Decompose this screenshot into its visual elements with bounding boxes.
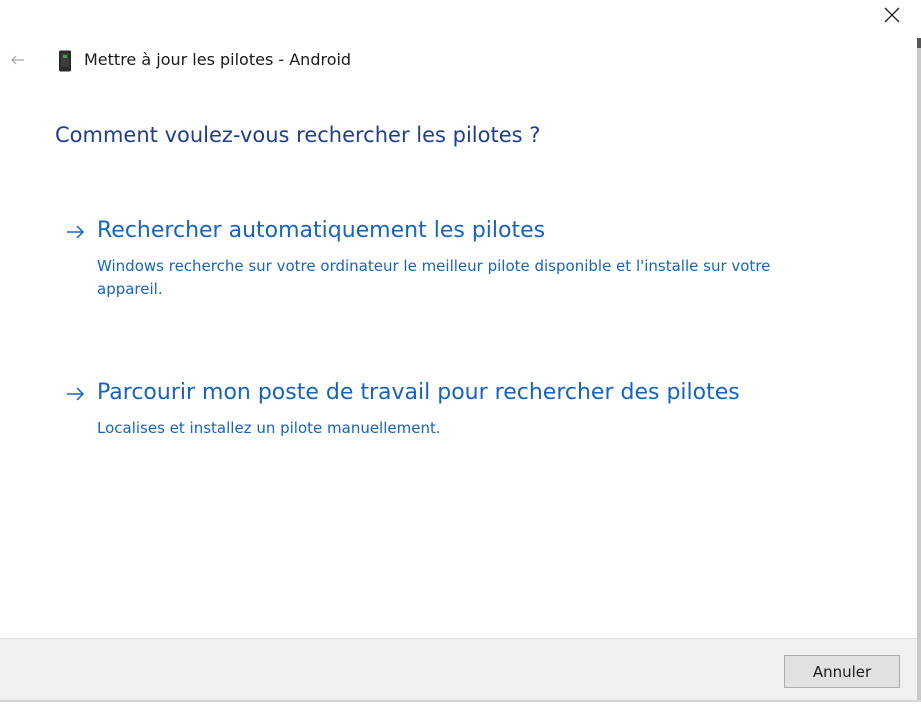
cancel-button[interactable]: Annuler — [784, 655, 900, 688]
update-driver-dialog: Mettre à jour les pilotes - Android Comm… — [0, 0, 921, 706]
back-arrow-icon — [11, 55, 24, 65]
close-icon — [884, 7, 900, 23]
option-title[interactable]: Rechercher automatiquement les pilotes — [97, 218, 545, 243]
option-description: Windows recherche sur votre ordinateur l… — [97, 257, 771, 298]
close-button[interactable] — [875, 2, 909, 28]
back-button[interactable] — [6, 48, 30, 72]
arrow-right-icon — [67, 387, 85, 401]
window-edge-accent — [917, 38, 921, 48]
bottom-edge-line — [0, 700, 921, 702]
dialog-footer: Annuler — [0, 638, 917, 701]
page-heading: Comment voulez-vous rechercher les pilot… — [55, 123, 541, 147]
arrow-right-icon — [67, 225, 85, 239]
phone-device-icon — [59, 50, 71, 72]
option-title[interactable]: Parcourir mon poste de travail pour rech… — [97, 380, 740, 405]
option-description: Localises et installez un pilote manuell… — [97, 419, 441, 437]
window-edge — [917, 38, 921, 700]
dialog-title: Mettre à jour les pilotes - Android — [84, 50, 352, 69]
